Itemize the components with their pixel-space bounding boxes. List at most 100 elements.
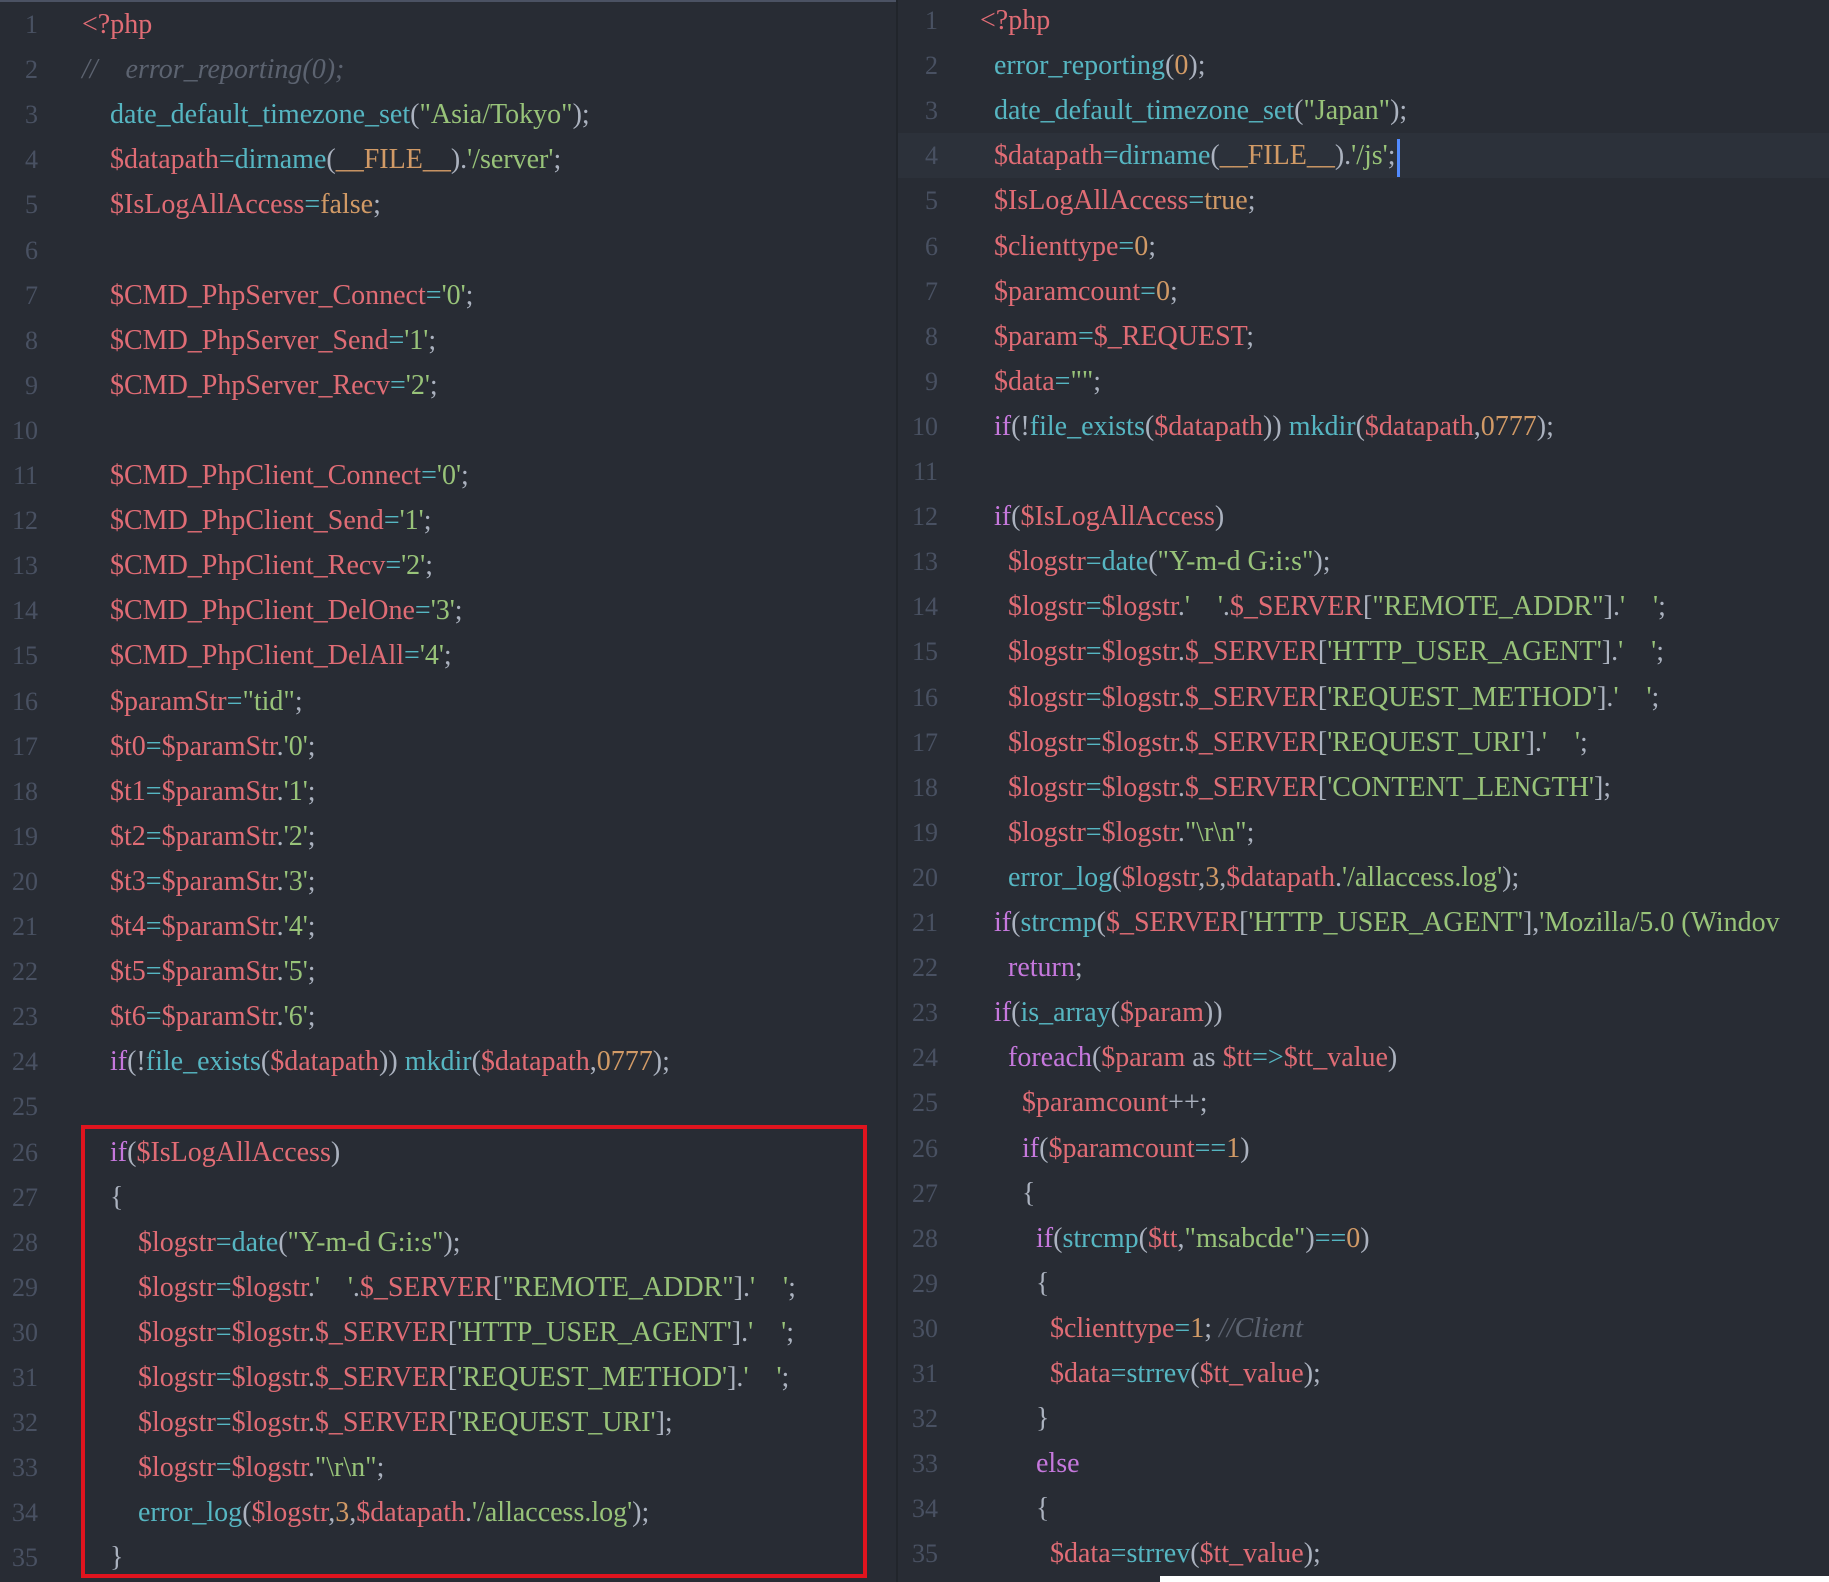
- code-line[interactable]: 18 $t1=$paramStr.'1';: [0, 769, 898, 814]
- code-line[interactable]: 25 $paramcount++;: [898, 1080, 1829, 1125]
- code-line[interactable]: 18 $logstr=$logstr.$_SERVER['CONTENT_LEN…: [898, 765, 1829, 810]
- code-token: }: [980, 1403, 1050, 1435]
- code-line[interactable]: 7 $CMD_PhpServer_Connect='0';: [0, 273, 898, 318]
- code-line[interactable]: 25: [0, 1084, 898, 1129]
- code-line[interactable]: 1 <?php: [0, 2, 898, 47]
- line-number: 28: [12, 1227, 38, 1257]
- code-line[interactable]: 4 $datapath=dirname(__FILE__).'/server';: [0, 137, 898, 182]
- code-line[interactable]: 24 foreach($param as $tt=>$tt_value): [898, 1035, 1829, 1080]
- code-line[interactable]: 11: [898, 449, 1829, 494]
- code-token: $tt: [1222, 1042, 1253, 1074]
- code-line[interactable]: 23 $t6=$paramStr.'6';: [0, 994, 898, 1039]
- code-token: .: [276, 911, 284, 942]
- code-token: =: [1085, 771, 1102, 803]
- code-line[interactable]: 8 $CMD_PhpServer_Send='1';: [0, 318, 898, 363]
- code-line[interactable]: 11 $CMD_PhpClient_Connect='0';: [0, 453, 898, 498]
- code-line[interactable]: 1 <?php: [898, 0, 1829, 43]
- code-line[interactable]: 34 {: [898, 1486, 1829, 1531]
- line-number: 9: [25, 370, 38, 400]
- code-line[interactable]: 31 $data=strrev($tt_value);: [898, 1351, 1829, 1396]
- right-code-editor[interactable]: 1 <?php 2 error_reporting(0); 3 date_defaul…: [898, 0, 1829, 1582]
- code-token: ++;: [1168, 1087, 1208, 1119]
- code-token: ;: [307, 865, 316, 897]
- code-line[interactable]: 2 error_reporting(0);: [898, 43, 1829, 88]
- line-number: 6: [25, 235, 38, 265]
- code-token: $t0: [110, 730, 146, 762]
- line-number: 29: [12, 1272, 38, 1302]
- line-number: 4: [25, 145, 38, 175]
- code-token: =: [1054, 365, 1071, 397]
- code-token: $CMD_PhpServer_Send: [110, 324, 389, 356]
- code-line[interactable]: 23 if(is_array($param)): [898, 990, 1829, 1035]
- code-line[interactable]: 6 $clienttype=0;: [898, 224, 1829, 269]
- code-text: if($paramcount==1): [980, 1126, 1250, 1171]
- code-line[interactable]: 5 $IsLogAllAccess=false;: [0, 182, 898, 227]
- code-line[interactable]: 4 $datapath=dirname(__FILE__).'/js';: [898, 133, 1829, 179]
- code-line[interactable]: 35 $data=strrev($tt_value);: [898, 1531, 1829, 1576]
- code-line[interactable]: 21 $t4=$paramStr.'4';: [0, 904, 898, 949]
- code-line[interactable]: 10 if(!file_exists($datapath)) mkdir($da…: [898, 404, 1829, 449]
- code-token: strcmp: [1020, 907, 1097, 938]
- code-line[interactable]: 3 date_default_timezone_set("Asia/Tokyo"…: [0, 92, 898, 137]
- code-line[interactable]: 33 else: [898, 1441, 1829, 1486]
- code-line[interactable]: 3 date_default_timezone_set("Japan");: [898, 88, 1829, 133]
- code-text: return;: [980, 945, 1083, 990]
- code-line[interactable]: 30 $clienttype=1; //Client: [898, 1306, 1829, 1351]
- code-line[interactable]: 19 $t2=$paramStr.'2';: [0, 814, 898, 859]
- code-token: (: [1112, 861, 1122, 893]
- code-line[interactable]: 5 $IsLogAllAccess=true;: [898, 178, 1829, 223]
- code-token: (: [1144, 410, 1155, 442]
- code-line[interactable]: 16 $logstr=$logstr.$_SERVER['REQUEST_MET…: [898, 675, 1829, 720]
- code-line[interactable]: 7 $paramcount=0;: [898, 269, 1829, 314]
- code-line[interactable]: 27 {: [898, 1171, 1829, 1216]
- line-number: 9: [925, 366, 938, 396]
- line-number: 21: [12, 912, 38, 941]
- code-line[interactable]: 24 if(!file_exists($datapath)) mkdir($da…: [0, 1039, 898, 1084]
- line-number: 27: [12, 1182, 38, 1212]
- code-token: ' ': [1618, 636, 1657, 668]
- line-number: 8: [25, 325, 38, 355]
- left-code-editor[interactable]: 1 <?php 2 // error_reporting(0); 3 date_defa…: [0, 0, 898, 1582]
- code-text: $logstr=$logstr.$_SERVER['REQUEST_METHOD…: [980, 675, 1659, 720]
- code-line[interactable]: 8 $param=$_REQUEST;: [898, 314, 1829, 359]
- code-text: $paramStr="tid";: [82, 679, 303, 724]
- code-line[interactable]: 12 if($IsLogAllAccess): [898, 494, 1829, 539]
- code-line[interactable]: 6: [0, 228, 898, 273]
- code-line[interactable]: 26 if($paramcount==1): [898, 1126, 1829, 1171]
- code-line[interactable]: 9 $data="";: [898, 359, 1829, 404]
- code-line[interactable]: 12 $CMD_PhpClient_Send='1';: [0, 498, 898, 543]
- code-line[interactable]: 29 {: [898, 1261, 1829, 1306]
- code-line[interactable]: 17 $logstr=$logstr.$_SERVER['REQUEST_URI…: [898, 720, 1829, 765]
- code-line[interactable]: 14 $logstr=$logstr.' '.$_SERVER["REMOTE_…: [898, 584, 1829, 629]
- code-line[interactable]: 22 return;: [898, 945, 1829, 990]
- code-token: $clienttype: [994, 230, 1119, 262]
- code-line[interactable]: 20 error_log($logstr,3,$datapath.'/allac…: [898, 855, 1829, 900]
- code-line[interactable]: 13 $logstr=date("Y-m-d G:i:s");: [898, 539, 1829, 584]
- code-line[interactable]: 32 }: [898, 1396, 1829, 1441]
- code-token: "Japan": [1303, 95, 1391, 127]
- code-line[interactable]: 14 $CMD_PhpClient_DelOne='3';: [0, 588, 898, 633]
- code-line[interactable]: 28 if(strcmp($tt,"msabcde")==0): [898, 1216, 1829, 1261]
- line-number: 35: [12, 1543, 38, 1573]
- code-token: else: [1036, 1448, 1080, 1480]
- code-line[interactable]: 17 $t0=$paramStr.'0';: [0, 724, 898, 769]
- code-line[interactable]: 13 $CMD_PhpClient_Recv='2';: [0, 543, 898, 588]
- code-line[interactable]: 15 $CMD_PhpClient_DelAll='4';: [0, 633, 898, 678]
- code-token: ): [1360, 1222, 1370, 1254]
- code-token: (: [1190, 1358, 1200, 1389]
- code-token: ): [1305, 1222, 1315, 1254]
- code-text: $paramcount++;: [980, 1080, 1208, 1125]
- code-token: (: [1138, 1222, 1148, 1254]
- code-line[interactable]: 2 // error_reporting(0);: [0, 47, 898, 92]
- code-text: $CMD_PhpServer_Send='1';: [82, 318, 436, 363]
- code-line[interactable]: 15 $logstr=$logstr.$_SERVER['HTTP_USER_A…: [898, 629, 1829, 674]
- code-line[interactable]: 21 if(strcmp($_SERVER['HTTP_USER_AGENT']…: [898, 900, 1829, 945]
- code-line[interactable]: 10: [0, 408, 898, 453]
- code-line[interactable]: 9 $CMD_PhpServer_Recv='2';: [0, 363, 898, 408]
- code-line[interactable]: 16 $paramStr="tid";: [0, 679, 898, 724]
- code-line[interactable]: 22 $t5=$paramStr.'5';: [0, 949, 898, 994]
- code-text: date_default_timezone_set("Japan");: [980, 88, 1407, 133]
- code-line[interactable]: 19 $logstr=$logstr."\r\n";: [898, 810, 1829, 855]
- code-line[interactable]: 20 $t3=$paramStr.'3';: [0, 859, 898, 904]
